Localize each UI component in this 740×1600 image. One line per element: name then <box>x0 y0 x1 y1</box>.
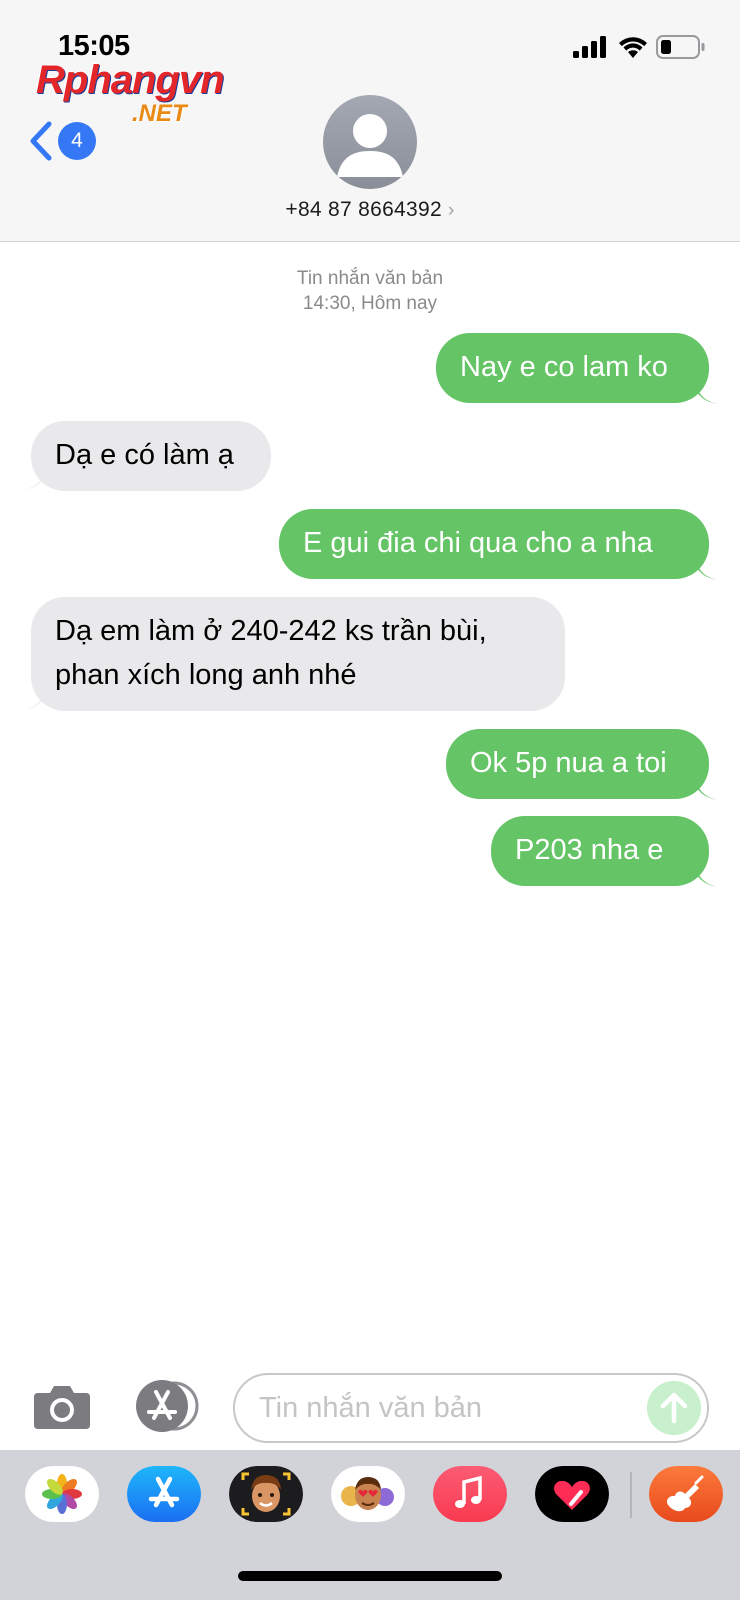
contact-number: +84 87 8664392 <box>285 198 442 221</box>
photos-app-icon[interactable] <box>25 1466 99 1522</box>
message-bubble-outgoing[interactable]: E gui đia chi qua cho a nha <box>279 509 709 579</box>
message-bubble-incoming[interactable]: Dạ e có làm ạ <box>31 421 271 491</box>
message-input[interactable] <box>259 1392 639 1425</box>
message-bubble-outgoing[interactable]: P203 nha e <box>491 816 709 886</box>
timestamp-time: 14:30, Hôm nay <box>302 293 438 314</box>
send-button[interactable] <box>647 1381 701 1435</box>
message-bubble-incoming[interactable]: Dạ em làm ở 240-242 ks trần bùi, phan xí… <box>31 597 565 711</box>
chevron-left-icon <box>30 121 52 161</box>
person-silhouette-icon <box>337 114 403 177</box>
contact-avatar[interactable] <box>323 95 417 189</box>
message-bubble-outgoing[interactable]: Nay e co lam ko <box>436 333 709 403</box>
message-text: E gui đia chi qua cho a nha <box>303 527 653 559</box>
message-timestamp: Tin nhắn văn bản 14:30, Hôm nay <box>0 266 740 316</box>
message-bubble-outgoing[interactable]: Ok 5p nua a toi <box>446 729 709 799</box>
message-text-line: Dạ em làm ở 240-242 ks trần bùi, <box>55 615 487 647</box>
watermark-text: Rphangvn <box>36 58 225 102</box>
wifi-icon <box>619 37 647 58</box>
music-app-icon[interactable] <box>433 1466 507 1522</box>
contact-number-link[interactable]: +84 87 8664392 › <box>0 198 740 222</box>
unread-count-badge: 4 <box>58 122 96 160</box>
digital-touch-app-icon[interactable] <box>535 1466 609 1522</box>
garageband-app-icon[interactable] <box>649 1466 723 1522</box>
message-text: Nay e co lam ko <box>460 351 668 383</box>
memoji-app-icon[interactable] <box>229 1466 303 1522</box>
back-button[interactable]: 4 <box>28 117 98 167</box>
message-text: Ok 5p nua a toi <box>470 747 667 779</box>
camera-icon[interactable] <box>32 1383 92 1431</box>
message-composer[interactable] <box>233 1373 709 1443</box>
message-text-line: phan xích long anh nhé <box>55 659 357 691</box>
battery-icon <box>656 35 705 59</box>
cellular-signal-icon <box>573 36 606 58</box>
drawer-divider <box>630 1472 632 1518</box>
animoji-stickers-app-icon[interactable] <box>331 1466 405 1522</box>
app-store-app-icon[interactable] <box>127 1466 201 1522</box>
timestamp-service: Tin nhắn văn bản <box>296 268 444 289</box>
watermark-subtext: .NET <box>132 100 187 127</box>
chevron-right-icon: › <box>447 200 455 221</box>
conversation-header: 15:05 Rphangvn .NET 4 +84 87 8664392 › <box>0 0 740 242</box>
home-indicator[interactable] <box>238 1571 502 1581</box>
message-text: Dạ e có làm ạ <box>55 439 234 471</box>
app-store-icon[interactable] <box>132 1380 202 1432</box>
message-text: P203 nha e <box>515 834 664 866</box>
